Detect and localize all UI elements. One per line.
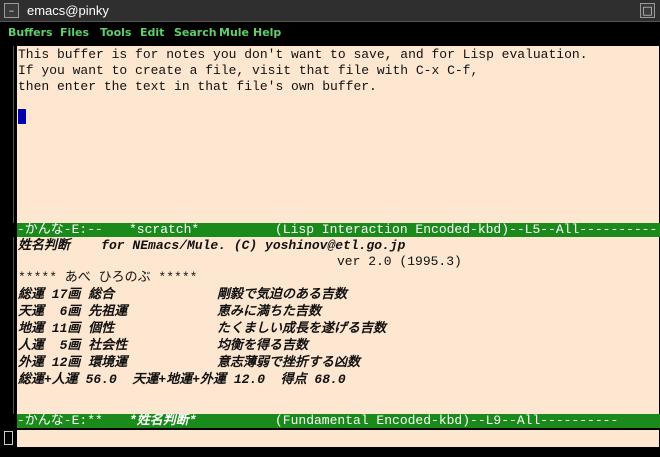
seimei-row-desc: 意志薄弱で挫折する凶数: [217, 355, 361, 370]
modeline-mode: (Lisp Interaction Encoded-kbd)--L5--All-…: [275, 223, 658, 237]
menu-help[interactable]: Help: [253, 26, 281, 39]
text-cursor: [18, 109, 26, 124]
menu-edit[interactable]: Edit: [140, 26, 164, 39]
seimei-row-desc: 均衡を得る吉数: [217, 338, 309, 353]
modeline-scratch[interactable]: -かんな-E:-- *scratch* (Lisp Interaction En…: [17, 223, 660, 237]
menu-search[interactable]: Search: [174, 26, 217, 39]
seimei-header-line: 姓名判断 for NEmacs/Mule. (C) yoshinov@etl.g…: [18, 238, 405, 254]
seimei-row-label: 人運 5画 社会性: [18, 338, 128, 353]
seimei-buffer[interactable]: 姓名判断 for NEmacs/Mule. (C) yoshinov@etl.g…: [17, 237, 659, 414]
seimei-summary: 総運+人運 56.0 天運+地運+外運 12.0 得点 68.0: [18, 372, 346, 387]
scratch-buffer[interactable]: This buffer is for notes you don't want …: [17, 46, 659, 223]
window-title: emacs@pinky: [27, 3, 109, 18]
seimei-row-label: 天運 6画 先祖運: [18, 304, 128, 319]
modeline-seimei[interactable]: -かんな-E:** *姓名判断* (Fundamental Encoded-kb…: [17, 414, 660, 428]
menubar: Buffers Files Tools Edit Search Mule Hel…: [0, 22, 660, 43]
menu-mule[interactable]: Mule: [219, 26, 249, 39]
modeline-status: -かんな-E:--: [17, 223, 103, 237]
scratch-line: This buffer is for notes you don't want …: [18, 47, 588, 62]
seimei-name: ***** あべ ひろのぶ *****: [18, 270, 198, 285]
seimei-header: 姓名判断 for NEmacs/Mule. (C) yoshinov@etl.g…: [18, 238, 406, 253]
scratch-line: then enter the text in that file's own b…: [18, 79, 377, 94]
seimei-version: ver 2.0 (1995.3): [337, 254, 462, 269]
scratch-line: If you want to create a file, visit that…: [18, 63, 479, 78]
seimei-row-label: 外運 12画 環境運: [18, 355, 128, 370]
window-titlebar: – emacs@pinky □: [0, 0, 660, 22]
minibuffer-scrollbar[interactable]: [4, 431, 13, 445]
menu-buffers[interactable]: Buffers: [8, 26, 53, 39]
seimei-row-label: 地運 11画 個性: [18, 321, 115, 336]
modeline-buffer-name: *姓名判断*: [129, 414, 197, 428]
minibuffer[interactable]: [17, 430, 659, 447]
menu-files[interactable]: Files: [60, 26, 89, 39]
window-menu-button[interactable]: –: [4, 3, 19, 18]
seimei-row-desc: 恵みに満ちた吉数: [217, 304, 322, 319]
seimei-row-label: 総運 17画 総合: [18, 287, 115, 302]
seimei-row-desc: たくましい成長を遂げる吉数: [217, 321, 387, 336]
seimei-row-desc: 剛毅で気迫のある吉数: [217, 287, 348, 302]
scrollbar-bottom[interactable]: [4, 237, 14, 414]
modeline-buffer-name: *scratch*: [129, 223, 200, 237]
scrollbar-top[interactable]: [4, 46, 14, 223]
menu-tools[interactable]: Tools: [100, 26, 131, 39]
window-close-button[interactable]: □: [640, 3, 655, 18]
modeline-mode: (Fundamental Encoded-kbd)--L9--All------…: [275, 414, 619, 428]
modeline-status: -かんな-E:**: [17, 414, 103, 428]
